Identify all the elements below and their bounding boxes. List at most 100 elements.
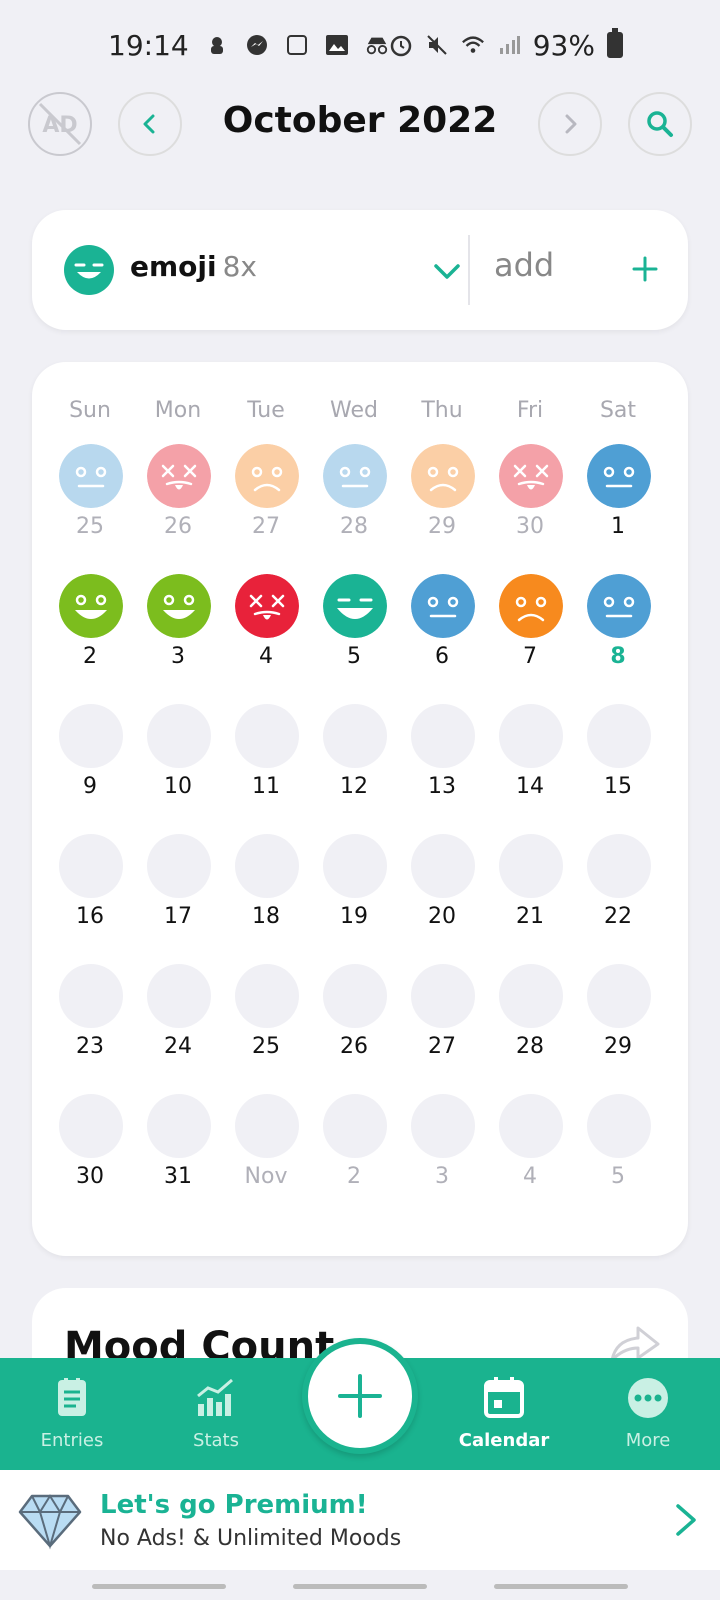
calendar-day[interactable]: 23: [50, 964, 130, 1084]
calendar-day[interactable]: 5: [314, 574, 394, 694]
calendar-day[interactable]: 15: [578, 704, 658, 824]
sad-emoji-icon: [499, 574, 563, 638]
calendar-day[interactable]: 26: [138, 444, 218, 564]
incognito-icon: [365, 33, 389, 57]
nav-more[interactable]: More: [588, 1376, 708, 1451]
calendar-day[interactable]: 27: [402, 964, 482, 1084]
grin-emoji-icon: [323, 574, 387, 638]
prev-month-button[interactable]: [118, 92, 182, 156]
calendar-day[interactable]: 29: [578, 964, 658, 1084]
weekday-label: Thu: [421, 398, 463, 423]
day-number: 4: [259, 644, 273, 669]
nav-calendar[interactable]: Calendar: [444, 1376, 564, 1451]
day-number: 14: [516, 774, 544, 799]
chevron-down-icon[interactable]: [432, 256, 462, 286]
calendar-day[interactable]: 12: [314, 704, 394, 824]
day-number: 16: [76, 904, 104, 929]
calendar-day[interactable]: 2: [314, 1094, 394, 1214]
empty-mood-circle: [323, 704, 387, 768]
empty-mood-circle: [59, 704, 123, 768]
calendar-day[interactable]: 7: [490, 574, 570, 694]
calendar-day[interactable]: Nov: [226, 1094, 306, 1214]
system-gesture-bar: [0, 1570, 720, 1600]
calendar-day[interactable]: 17: [138, 834, 218, 954]
premium-banner[interactable]: Let's go Premium! No Ads! & Unlimited Mo…: [0, 1470, 720, 1570]
weekday-label: Fri: [516, 398, 544, 423]
calendar-day[interactable]: 4: [226, 574, 306, 694]
nav-stats[interactable]: Stats: [156, 1376, 276, 1451]
mood-filter-dropdown[interactable]: emoji 8x: [130, 250, 257, 283]
calendar-day[interactable]: 3: [402, 1094, 482, 1214]
day-number: 3: [435, 1164, 449, 1189]
gesture-handle[interactable]: [293, 1584, 427, 1589]
calendar-day[interactable]: 26: [314, 964, 394, 1084]
dead-light-emoji-icon: [147, 444, 211, 508]
messenger-icon: [245, 33, 269, 57]
calendar-day[interactable]: 13: [402, 704, 482, 824]
calendar-day[interactable]: 3: [138, 574, 218, 694]
gesture-handle[interactable]: [92, 1584, 226, 1589]
calendar-day[interactable]: 4: [490, 1094, 570, 1214]
calendar-day[interactable]: 11: [226, 704, 306, 824]
empty-mood-circle: [499, 704, 563, 768]
signal-icon: [497, 33, 521, 57]
add-mood-label[interactable]: add: [494, 246, 554, 284]
calendar-day[interactable]: 1: [578, 444, 658, 564]
calendar-day[interactable]: 25: [226, 964, 306, 1084]
empty-mood-circle: [235, 834, 299, 898]
empty-mood-circle: [147, 834, 211, 898]
chevron-right-icon[interactable]: [672, 1502, 700, 1538]
calendar-day[interactable]: 6: [402, 574, 482, 694]
empty-mood-circle: [235, 964, 299, 1028]
calendar-day[interactable]: 29: [402, 444, 482, 564]
calendar-day[interactable]: 8: [578, 574, 658, 694]
weekday-label: Mon: [154, 398, 202, 423]
calendar-day[interactable]: 30: [50, 1094, 130, 1214]
day-number: 2: [347, 1164, 361, 1189]
calendar-day[interactable]: 14: [490, 704, 570, 824]
day-number: 6: [435, 644, 449, 669]
plus-icon[interactable]: [630, 254, 660, 284]
gesture-handle[interactable]: [494, 1584, 628, 1589]
calendar-day[interactable]: 28: [490, 964, 570, 1084]
calendar-day[interactable]: 24: [138, 964, 218, 1084]
calendar-day[interactable]: 28: [314, 444, 394, 564]
calendar-day[interactable]: 2: [50, 574, 130, 694]
empty-mood-circle: [411, 704, 475, 768]
calendar-day[interactable]: 5: [578, 1094, 658, 1214]
empty-mood-circle: [147, 964, 211, 1028]
happy-emoji-icon: [59, 574, 123, 638]
empty-mood-circle: [59, 1094, 123, 1158]
next-month-button[interactable]: [538, 92, 602, 156]
calendar-day[interactable]: 22: [578, 834, 658, 954]
calendar-day[interactable]: 21: [490, 834, 570, 954]
calendar-day[interactable]: 31: [138, 1094, 218, 1214]
entries-icon: [58, 1378, 86, 1416]
calendar-day[interactable]: 9: [50, 704, 130, 824]
calendar-day[interactable]: 10: [138, 704, 218, 824]
calendar-day[interactable]: 18: [226, 834, 306, 954]
calendar-day[interactable]: 16: [50, 834, 130, 954]
nav-entries[interactable]: Entries: [12, 1376, 132, 1451]
day-number: 8: [610, 644, 626, 669]
day-number: 15: [604, 774, 632, 799]
day-number: 1: [611, 514, 625, 539]
battery-percent: 93%: [532, 28, 595, 62]
remove-ads-button[interactable]: AD: [28, 92, 92, 156]
weekday-label: Wed: [330, 398, 378, 423]
nav-entries-label: Entries: [40, 1430, 104, 1451]
calendar-day[interactable]: 19: [314, 834, 394, 954]
add-entry-button[interactable]: [302, 1338, 418, 1454]
empty-mood-circle: [411, 964, 475, 1028]
calendar-day[interactable]: 30: [490, 444, 570, 564]
neutral-emoji-icon: [411, 574, 475, 638]
calendar-day[interactable]: 27: [226, 444, 306, 564]
search-button[interactable]: [628, 92, 692, 156]
calendar-day[interactable]: 20: [402, 834, 482, 954]
more-icon: [628, 1378, 668, 1418]
sad-light-emoji-icon: [411, 444, 475, 508]
empty-mood-circle: [147, 1094, 211, 1158]
calendar-day[interactable]: 25: [50, 444, 130, 564]
day-number: 2: [83, 644, 97, 669]
day-number: 25: [252, 1034, 280, 1059]
